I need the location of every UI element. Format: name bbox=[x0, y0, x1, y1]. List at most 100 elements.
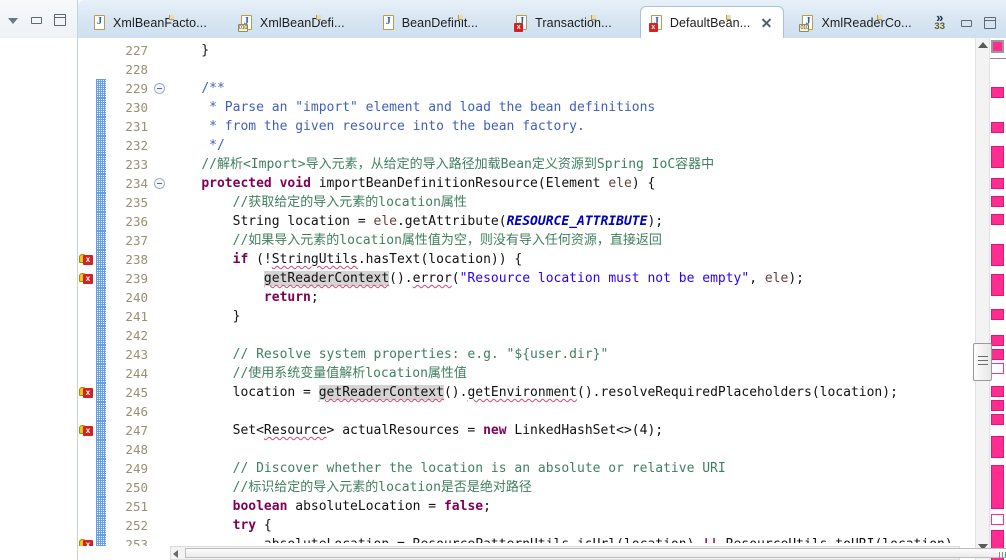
code-line[interactable]: return; bbox=[170, 288, 319, 307]
editor-tab-defaultbeandefinitiondocumentreader[interactable]: Jx DefaultBean... bbox=[639, 6, 785, 38]
editor-tab-label: XmlReaderCo... bbox=[821, 16, 912, 30]
code-line[interactable]: /** bbox=[170, 79, 224, 98]
code-line[interactable]: // Discover whether the location is an a… bbox=[170, 459, 726, 478]
line-number: 235 bbox=[125, 195, 148, 210]
gutter-separator bbox=[167, 38, 168, 560]
changed-line-indicator bbox=[96, 478, 106, 497]
overview-ruler-mark[interactable] bbox=[991, 436, 1004, 458]
editor-tab-beandefinition[interactable]: J BeanDefinit... bbox=[373, 8, 488, 38]
code-line[interactable]: //获取给定的导入元素的location属性 bbox=[170, 193, 467, 212]
overview-ruler-mark[interactable] bbox=[991, 400, 1004, 411]
overview-ruler-separator bbox=[989, 58, 1006, 59]
line-number: 247 bbox=[125, 423, 148, 438]
overview-ruler-mark[interactable] bbox=[991, 178, 1004, 189]
code-line[interactable]: Set<Resource> actualResources = new Link… bbox=[170, 421, 664, 440]
code-line[interactable]: try { bbox=[170, 516, 272, 535]
close-icon[interactable] bbox=[760, 16, 773, 29]
line-number: 230 bbox=[125, 100, 148, 115]
code-line[interactable]: //如果导入元素的location属性值为空，则没有导入任何资源，直接返回 bbox=[170, 231, 662, 250]
maximize-view-icon[interactable] bbox=[54, 14, 66, 26]
overview-ruler-status-marker[interactable] bbox=[991, 40, 1004, 53]
changed-line-indicator bbox=[96, 79, 106, 98]
code-line[interactable]: //标识给定的导入元素的location是否是绝对路径 bbox=[170, 478, 532, 497]
horizontal-scrollbar[interactable] bbox=[170, 546, 1006, 560]
overview-ruler-mark[interactable] bbox=[991, 146, 1004, 168]
line-number: 246 bbox=[125, 404, 148, 419]
line-number: 241 bbox=[125, 309, 148, 324]
code-line[interactable]: * from the given resource into the bean … bbox=[170, 117, 585, 136]
line-number: 250 bbox=[125, 480, 148, 495]
code-line[interactable]: //解析<Import>导入元素，从给定的导入路径加载Bean定义资源到Spri… bbox=[170, 155, 714, 174]
overview-ruler-mark[interactable] bbox=[991, 514, 1004, 525]
overview-ruler-mark[interactable] bbox=[991, 274, 1004, 296]
overview-ruler-mark[interactable] bbox=[991, 244, 1004, 266]
java-class-file-icon: J 010 bbox=[237, 15, 321, 32]
editor-tab-xmlreadercontext[interactable]: J 010 XmlReaderCo... bbox=[792, 8, 921, 38]
overview-ruler-mark[interactable] bbox=[991, 386, 1004, 397]
line-number: 234 bbox=[125, 176, 148, 191]
changed-line-indicator bbox=[96, 231, 106, 250]
horizontal-scrollbar-thumb[interactable] bbox=[185, 548, 1006, 558]
vertical-scrollbar[interactable] bbox=[975, 38, 990, 560]
error-marker-icon[interactable]: x bbox=[79, 421, 95, 440]
changed-line-indicator bbox=[96, 136, 106, 155]
overview-ruler-mark[interactable] bbox=[991, 309, 1004, 320]
scroll-left-arrow-icon[interactable] bbox=[173, 550, 178, 558]
code-line[interactable]: //使用系统变量值解析location属性值 bbox=[170, 364, 467, 383]
code-line[interactable]: getReaderContext().error("Resource locat… bbox=[170, 269, 804, 288]
code-line[interactable]: protected void importBeanDefinitionResou… bbox=[170, 174, 655, 193]
changed-line-indicator bbox=[96, 250, 106, 269]
editor-tab-label: DefaultBean... bbox=[669, 15, 751, 30]
editor-tab-label: XmlBeanFacto... bbox=[113, 16, 207, 30]
code-line[interactable]: if (!StringUtils.hasText(location)) { bbox=[170, 250, 523, 269]
editor-tab-label: XmlBeanDefi... bbox=[259, 16, 345, 30]
error-marker-icon[interactable]: x bbox=[79, 269, 95, 288]
overview-ruler-mark[interactable] bbox=[991, 122, 1004, 133]
code-line[interactable]: * Parse an "import" element and load the… bbox=[170, 98, 655, 117]
view-menu-icon[interactable] bbox=[8, 15, 19, 26]
line-number: 252 bbox=[125, 518, 148, 533]
java-file-icon: J bbox=[382, 15, 463, 31]
scrollbar-grip-icon bbox=[999, 552, 1000, 558]
scroll-up-arrow-icon[interactable] bbox=[978, 42, 988, 48]
fold-collapse-icon[interactable] bbox=[154, 79, 166, 98]
line-number: 248 bbox=[125, 442, 148, 457]
vertical-scrollbar-thumb[interactable] bbox=[973, 343, 992, 381]
overview-ruler-mark[interactable] bbox=[991, 87, 1004, 98]
error-marker-icon[interactable]: x bbox=[79, 250, 95, 269]
code-line[interactable]: location = getReaderContext().getEnviron… bbox=[170, 383, 898, 402]
overview-ruler-mark[interactable] bbox=[991, 214, 1004, 225]
overview-ruler-mark[interactable] bbox=[991, 465, 1004, 509]
overview-ruler-mark[interactable] bbox=[991, 335, 1004, 346]
overview-ruler-mark[interactable] bbox=[991, 196, 1004, 207]
line-number: 227 bbox=[125, 43, 148, 58]
minimize-view-icon[interactable] bbox=[31, 16, 42, 24]
code-line[interactable]: // Resolve system properties: e.g. "${us… bbox=[170, 345, 609, 364]
code-line[interactable]: String location = ele.getAttribute(RESOU… bbox=[170, 212, 664, 231]
maximize-editor-icon[interactable] bbox=[984, 17, 996, 29]
code-line[interactable]: boolean absoluteLocation = false; bbox=[170, 497, 491, 516]
editor-tab-transaction[interactable]: Jx Transaction... bbox=[506, 8, 622, 38]
minimize-editor-icon[interactable] bbox=[961, 19, 972, 27]
changed-line-indicator bbox=[96, 440, 106, 459]
error-marker-icon[interactable]: x bbox=[79, 383, 95, 402]
code-text-area[interactable]: } /** * Parse an "import" element and lo… bbox=[170, 38, 960, 543]
source-editor[interactable]: xxxxx 227 228 229 230 231 232 233 234 235 236 237 2… bbox=[78, 38, 1006, 560]
code-line[interactable]: } bbox=[170, 307, 241, 326]
editor-tab-xmlbeanfactory[interactable]: J XmlBeanFacto... bbox=[84, 8, 217, 38]
overview-ruler-mark[interactable] bbox=[991, 414, 1004, 425]
code-line[interactable]: */ bbox=[170, 136, 225, 155]
code-line[interactable]: } bbox=[170, 41, 209, 60]
line-number: 240 bbox=[125, 290, 148, 305]
editor-marker-gutter[interactable]: xxxxx bbox=[78, 38, 96, 560]
editor-tab-xmlbeandefinition[interactable]: J 010 XmlBeanDefi... bbox=[231, 8, 355, 38]
code-line[interactable]: absoluteLocation = ResourcePatternUtils.… bbox=[170, 535, 960, 543]
line-number: 229 bbox=[125, 81, 148, 96]
overview-ruler-mark[interactable] bbox=[991, 363, 1004, 374]
changed-line-indicator bbox=[96, 459, 106, 478]
overview-ruler-mark[interactable] bbox=[991, 349, 1004, 360]
fold-collapse-icon[interactable] bbox=[154, 174, 166, 193]
changed-line-indicator bbox=[96, 98, 106, 117]
tab-overflow-chevron-icon[interactable]: » 33 bbox=[934, 11, 945, 32]
changed-line-indicator bbox=[96, 421, 106, 440]
